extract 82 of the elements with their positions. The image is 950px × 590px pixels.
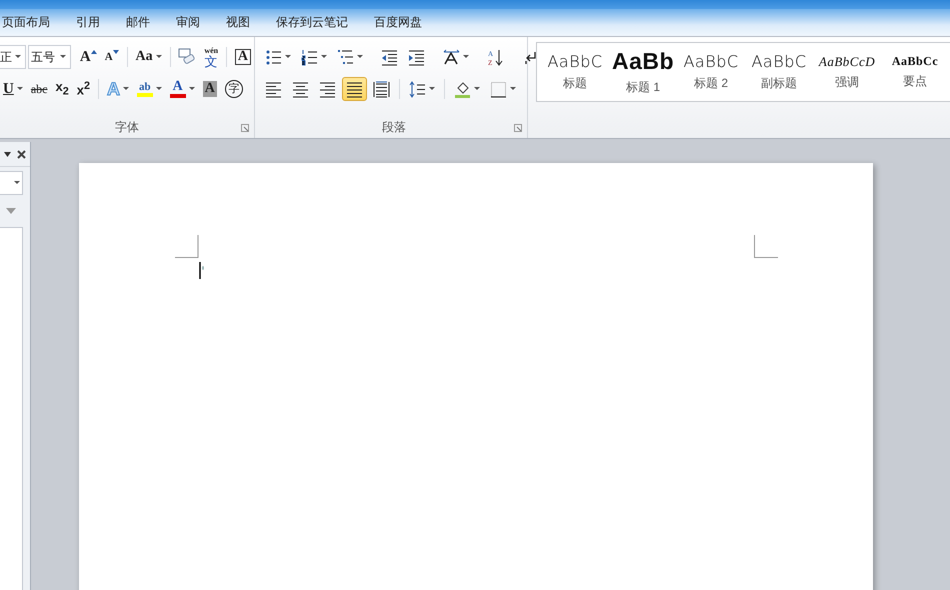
style-name: 副标题 <box>761 75 797 92</box>
text-cursor <box>199 262 205 279</box>
caret-icon <box>188 87 195 91</box>
ribbon-tab[interactable]: 引用 <box>76 14 113 31</box>
numbered-list-icon <box>301 48 318 66</box>
style-name: 标题 2 <box>694 75 728 92</box>
close-icon[interactable] <box>17 150 26 158</box>
color-button[interactable]: A <box>166 77 198 101</box>
style-preview: AaBbC <box>751 52 807 71</box>
phonetic-button[interactable]: wén 文 <box>201 45 222 69</box>
borders-icon <box>490 80 507 98</box>
ribbon-tab[interactable]: 保存到云笔记 <box>276 14 361 31</box>
caret-icon <box>60 55 66 59</box>
caret-icon <box>16 87 23 91</box>
caret-icon <box>123 87 130 91</box>
justify-button[interactable] <box>342 77 367 101</box>
caret-icon <box>357 55 363 59</box>
style-item[interactable]: AaBbC 标题 <box>541 43 609 101</box>
underline-button[interactable]: U <box>0 77 26 101</box>
caret-icon <box>321 55 327 59</box>
style-name: 标题 1 <box>626 79 660 96</box>
style-name: 要点 <box>903 73 927 90</box>
caret-icon <box>474 87 480 91</box>
distributed-icon <box>373 80 390 98</box>
caret-icon <box>429 87 435 91</box>
font-size-field[interactable]: 五号 <box>28 45 71 69</box>
style-name: 标题 <box>563 75 587 92</box>
search-field[interactable] <box>0 171 23 195</box>
dropdown-arrow-icon[interactable] <box>4 152 11 156</box>
case-button[interactable]: Aa <box>132 45 165 69</box>
border-button[interactable]: A <box>232 45 254 69</box>
style-item[interactable]: AaBb 标题 1 <box>609 43 677 101</box>
strike-button[interactable]: abc <box>28 77 50 101</box>
style-preview: AaBbCc <box>892 54 938 69</box>
dialog-launcher-icon[interactable] <box>241 124 249 132</box>
caret-icon <box>463 55 469 59</box>
caret-icon <box>14 181 20 185</box>
group-label: 字体 <box>115 118 139 136</box>
corner-mark <box>175 235 199 258</box>
asian-layout-icon <box>443 48 460 66</box>
multilevel-list-icon <box>337 48 354 66</box>
caret-icon <box>285 55 291 59</box>
style-item[interactable]: AaBbCcD 强调 <box>813 43 881 101</box>
justify-icon <box>346 80 363 98</box>
style-item[interactable]: AaBbC 副标题 <box>745 43 813 101</box>
grow-button[interactable]: A <box>76 45 100 69</box>
caret-icon <box>156 55 162 59</box>
paint-bucket-icon <box>454 80 471 98</box>
ribbon-tab[interactable]: 视图 <box>226 14 263 31</box>
align-center-icon <box>292 80 309 98</box>
style-name: 强调 <box>835 74 859 90</box>
style-preview: AaBbC <box>547 52 603 71</box>
style-preview: AaBb <box>612 48 674 75</box>
ribbon-tab[interactable]: 页面布局 <box>2 14 63 31</box>
align-left-icon <box>265 80 282 98</box>
decrease-indent-icon <box>381 48 398 66</box>
up-arrow-icon <box>90 50 97 54</box>
bulleted-list-icon <box>265 48 282 66</box>
group-label: 段落 <box>382 118 406 136</box>
caret-icon <box>156 87 162 91</box>
shrink-button[interactable]: A <box>102 45 122 69</box>
shade-button[interactable]: A <box>200 77 220 101</box>
ribbon-tab[interactable]: 审阅 <box>176 14 213 31</box>
dialog-launcher-icon[interactable] <box>514 124 522 132</box>
corner-mark <box>754 235 778 258</box>
style-item[interactable]: AaBbC 标题 2 <box>677 43 745 101</box>
style-preview: AaBbC <box>683 52 739 71</box>
script-button[interactable]: x$^{2}$ <box>74 77 94 101</box>
increase-indent-icon <box>408 48 425 66</box>
ribbon-tab[interactable]: 百度网盘 <box>374 14 435 31</box>
font-name-field[interactable]: 正 <box>0 45 26 69</box>
ribbon-tab[interactable]: 邮件 <box>126 14 163 31</box>
eraser-icon <box>178 48 196 66</box>
style-preview: AaBbCcD <box>818 54 876 70</box>
highlight-button[interactable]: ab <box>134 77 165 101</box>
line-spacing-icon <box>409 80 426 98</box>
align-right-icon <box>319 80 336 98</box>
caret-icon <box>510 87 516 91</box>
script-button[interactable]: x$_{2}$ <box>52 77 72 101</box>
style-item[interactable]: AaBbCc 要点 <box>881 43 949 101</box>
down-arrow-icon <box>112 50 119 54</box>
caret-icon <box>15 55 22 59</box>
